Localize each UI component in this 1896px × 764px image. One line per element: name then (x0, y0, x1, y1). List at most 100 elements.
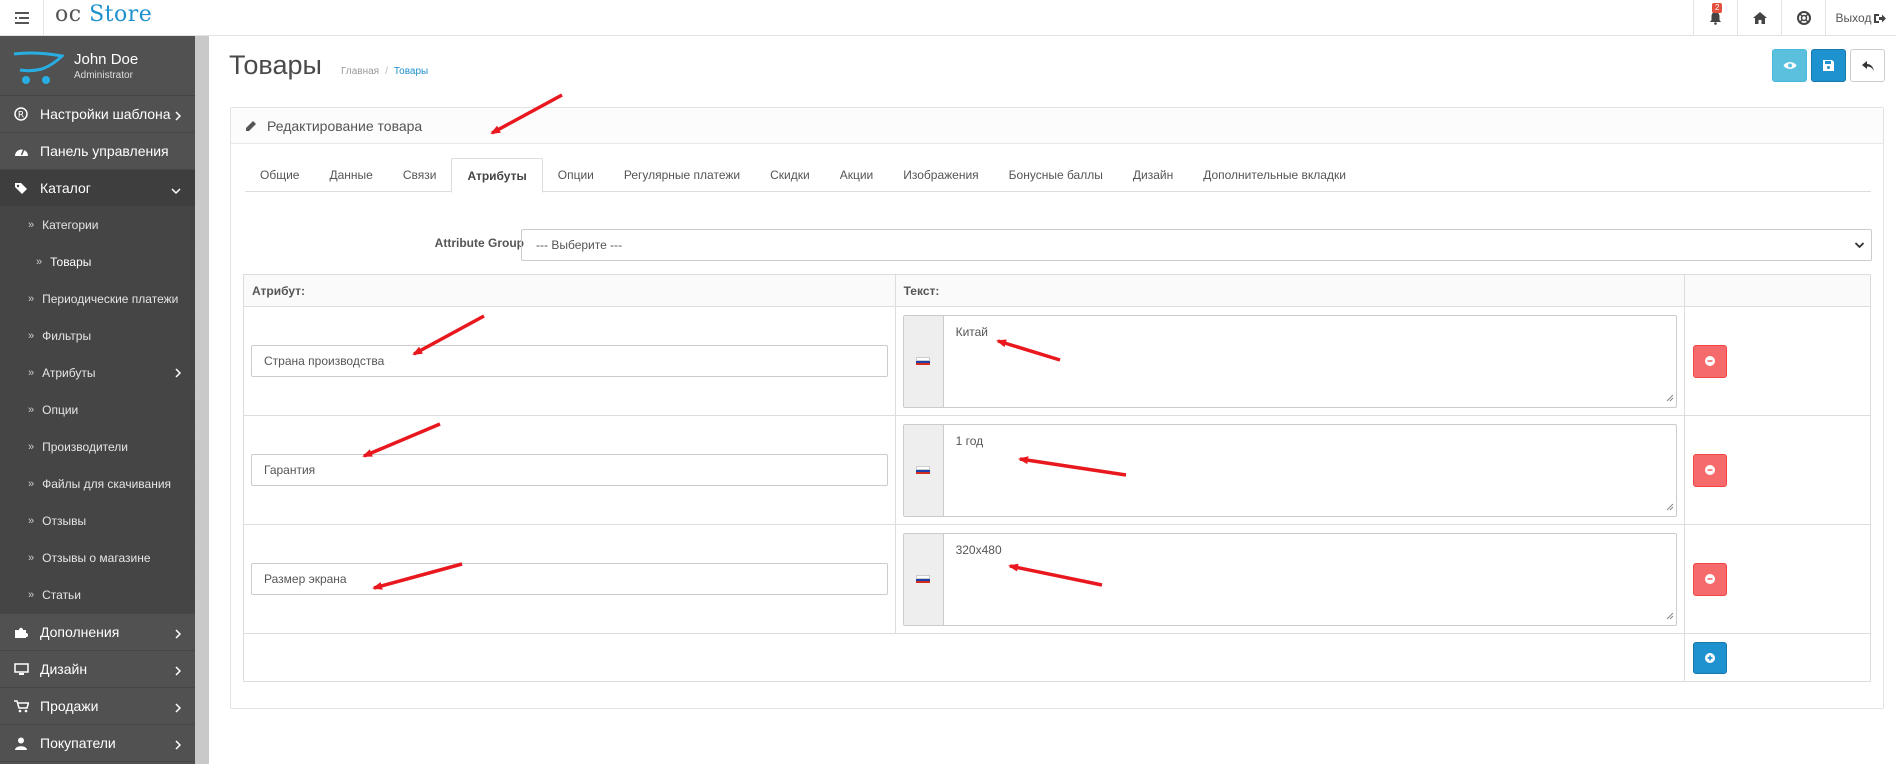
attribute-text-textarea[interactable]: 320x480 (944, 534, 1677, 625)
tab-reward-points[interactable]: Бонусные баллы (994, 158, 1118, 192)
attribute-text-group: Китай (902, 314, 1678, 408)
attribute-group-value: --- Выберите --- (536, 238, 623, 252)
attribute-text-textarea[interactable]: 1 год (944, 425, 1677, 516)
preview-button[interactable] (1772, 49, 1807, 82)
shopping-cart-icon (12, 699, 30, 713)
sidebar-subitem-manufacturers[interactable]: » Производители (0, 429, 195, 466)
sidebar-item-label: Продажи (40, 698, 99, 714)
sidebar-subitem-downloads[interactable]: » Файлы для скачивания (0, 466, 195, 503)
attribute-group-select[interactable]: --- Выберите --- (521, 229, 1872, 261)
tab-images[interactable]: Изображения (888, 158, 993, 192)
sidebar-item-label: Каталог (40, 180, 91, 196)
top-header: oc Store 2 Выход (0, 0, 1896, 36)
home-icon (1752, 12, 1767, 24)
panel-heading: Редактирование товара (231, 108, 1883, 144)
svg-text:R: R (18, 111, 24, 121)
logo[interactable]: oc Store (55, 2, 152, 27)
add-attribute-button[interactable] (1693, 641, 1728, 674)
tab-discounts[interactable]: Скидки (755, 158, 825, 192)
dashboard-icon (12, 145, 30, 157)
tab-options[interactable]: Опции (543, 158, 609, 192)
sidebar-item-label: Дополнения (40, 624, 120, 640)
chevron-down-icon (1854, 239, 1865, 254)
minus-circle-icon (1705, 356, 1716, 366)
sidebar-subitem-categories[interactable]: » Категории (0, 207, 195, 244)
remove-attribute-button[interactable] (1693, 344, 1728, 378)
sidebar-scrollbar[interactable] (195, 36, 209, 764)
logout-button[interactable]: Выход (1825, 0, 1896, 36)
sidebar-item-theme-settings[interactable]: R Настройки шаблона (0, 96, 195, 133)
sidebar-subitem-reviews[interactable]: » Отзывы (0, 503, 195, 540)
attribute-text-textarea[interactable]: Китай (944, 316, 1677, 407)
russian-flag-icon (916, 574, 931, 584)
empty-cell (242, 633, 1686, 682)
back-button[interactable] (1850, 49, 1885, 82)
minus-circle-icon (1705, 465, 1716, 475)
tab-extra-tabs[interactable]: Дополнительные вкладки (1188, 158, 1361, 192)
sidebar-item-design[interactable]: Дизайн (0, 651, 195, 688)
attribute-name-input[interactable]: Размер экрана (251, 563, 888, 595)
remove-attribute-button[interactable] (1693, 562, 1728, 596)
table-row: Размер экрана 320x480 (243, 524, 1871, 634)
double-chevron-icon: » (28, 293, 35, 305)
registered-icon: R (12, 107, 30, 121)
sidebar-item-customers[interactable]: Покупатели (0, 725, 195, 762)
sidebar-subitem-attributes[interactable]: » Атрибуты (0, 355, 195, 392)
tab-general[interactable]: Общие (245, 158, 314, 192)
double-chevron-icon: » (28, 367, 35, 379)
sidebar-item-label: Настройки шаблона (40, 106, 171, 122)
profile-name: John Doe (74, 50, 139, 68)
language-addon (903, 424, 944, 516)
column-header-text: Текст: (894, 274, 1686, 307)
tab-data[interactable]: Данные (314, 158, 387, 192)
sidebar-item-dashboard[interactable]: Панель управления (0, 133, 195, 170)
user-profile[interactable]: John Doe Administrator (0, 36, 195, 96)
resize-handle-icon[interactable] (1666, 609, 1674, 623)
sidebar-subitem-articles[interactable]: » Статьи (0, 577, 195, 614)
edit-product-panel: Редактирование товара Общие Данные Связи… (230, 107, 1884, 709)
sidebar-subitem-options[interactable]: » Опции (0, 392, 195, 429)
tab-specials[interactable]: Акции (825, 158, 889, 192)
russian-flag-icon (916, 465, 931, 475)
chevron-right-icon (175, 737, 182, 753)
home-button[interactable] (1737, 0, 1781, 36)
attribute-name-input[interactable]: Гарантия (251, 454, 888, 486)
sidebar-item-sales[interactable]: Продажи (0, 688, 195, 725)
sidebar-item-catalog[interactable]: Каталог (0, 170, 195, 207)
chevron-right-icon (175, 108, 182, 124)
resize-handle-icon[interactable] (1666, 500, 1674, 514)
chevron-right-icon (175, 626, 182, 642)
sidebar-subitem-filters[interactable]: » Фильтры (0, 318, 195, 355)
sidebar-item-extensions[interactable]: Дополнения (0, 614, 195, 651)
sidebar-item-label: Панель управления (40, 143, 169, 159)
menu-toggle-button[interactable] (0, 0, 44, 36)
breadcrumb: Главная / Товары (341, 66, 429, 77)
save-button[interactable] (1811, 49, 1846, 82)
attribute-name-input[interactable]: Страна производства (251, 345, 888, 377)
double-chevron-icon: » (28, 219, 35, 231)
sidebar-subitem-products[interactable]: » Товары (0, 244, 195, 281)
plus-circle-icon (1705, 652, 1716, 663)
sidebar-subitem-store-reviews[interactable]: » Отзывы о магазине (0, 540, 195, 577)
breadcrumb-home[interactable]: Главная (341, 66, 379, 77)
sidebar-subitem-recurring[interactable]: » Периодические платежи (0, 281, 195, 318)
tab-attributes[interactable]: Атрибуты (451, 158, 543, 193)
double-chevron-icon: » (28, 330, 35, 342)
notification-badge: 2 (1712, 3, 1723, 13)
breadcrumb-current[interactable]: Товары (394, 66, 428, 77)
attribute-text-group: 1 год (902, 423, 1678, 517)
tags-icon (12, 182, 30, 195)
tab-recurring[interactable]: Регулярные платежи (609, 158, 755, 192)
tab-links[interactable]: Связи (388, 158, 452, 192)
sidebar: John Doe Administrator R Настройки шабло… (0, 36, 195, 764)
table-header-row: Атрибут: Текст: (243, 274, 1871, 307)
tab-design[interactable]: Дизайн (1118, 158, 1188, 192)
sidebar-item-label: Покупатели (40, 735, 116, 751)
chevron-down-icon (171, 182, 181, 198)
notifications-button[interactable]: 2 (1693, 0, 1737, 36)
bell-icon (1710, 12, 1721, 25)
remove-attribute-button[interactable] (1693, 453, 1728, 487)
pencil-icon (246, 120, 256, 131)
help-button[interactable] (1781, 0, 1825, 36)
resize-handle-icon[interactable] (1666, 391, 1674, 405)
